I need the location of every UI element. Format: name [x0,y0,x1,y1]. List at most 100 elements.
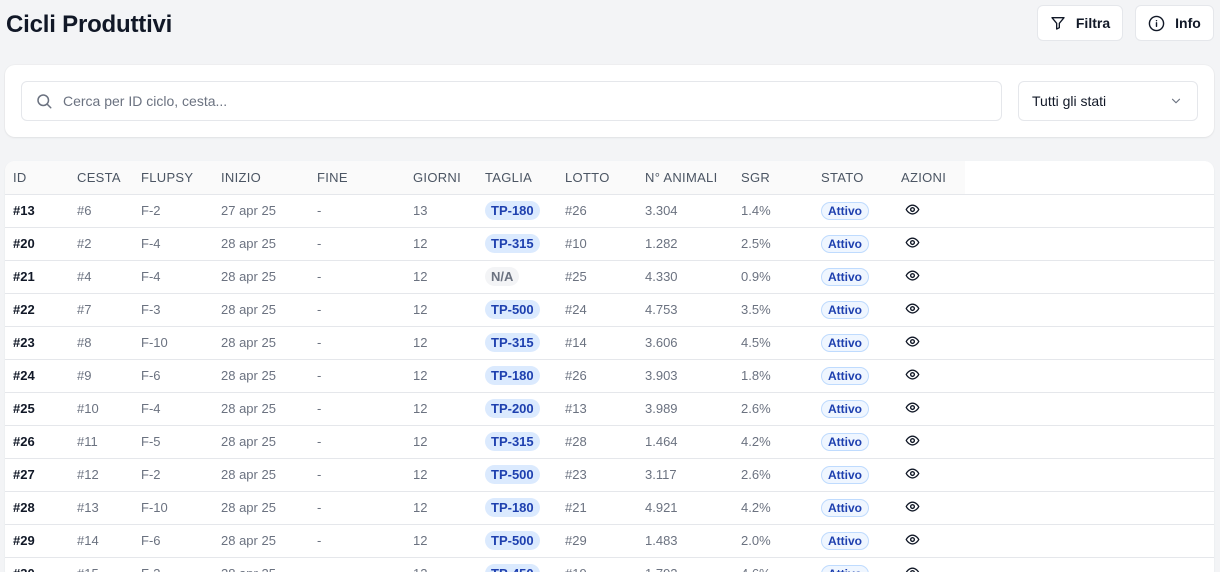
cycle-id: #22 [5,293,69,327]
status-badge: Attivo [821,465,869,484]
size-cell: TP-315 [477,326,557,360]
cesta-cell: #13 [69,491,133,525]
actions-cell [893,392,965,426]
lot-cell: #19 [557,557,637,572]
table-row[interactable]: #21 #4 F-4 28 apr 25-12 N/A #25 4.330 0.9% Attiv… [5,260,1214,294]
row-filler [965,524,1214,558]
eye-icon[interactable] [905,400,920,418]
eye-icon[interactable] [905,268,920,286]
search-icon [37,94,52,109]
column-header-taglia[interactable]: TAGLIA [477,161,557,195]
column-header-lotto[interactable]: LOTTO [557,161,637,195]
animal-count-cell: 3.117 [637,458,733,492]
status-badge: Attivo [821,201,869,220]
column-header-giorni[interactable]: GIORNI [405,161,477,195]
column-header-sgr[interactable]: SGR [733,161,813,195]
cycle-id: #21 [5,260,69,294]
size-badge: TP-200 [485,399,540,418]
table-row[interactable]: #26 #11 F-5 28 apr 25-12 TP-315 #28 1.464 4.2% A… [5,425,1214,459]
days-cell: 12 [405,425,477,459]
row-filler [965,458,1214,492]
status-cell: Attivo [813,326,893,360]
lot-cell: #28 [557,425,637,459]
flupsy-cell: F-4 [133,227,213,261]
row-filler [965,359,1214,393]
sgr-cell: 3.5% [733,293,813,327]
eye-icon[interactable] [905,565,920,572]
column-header-cesta[interactable]: CESTA [69,161,133,195]
days-cell: 12 [405,359,477,393]
cesta-cell: #10 [69,392,133,426]
end-date-cell: - [309,293,405,327]
start-date-cell: 28 apr 25 [213,326,309,360]
eye-icon[interactable] [905,532,920,550]
actions-cell [893,359,965,393]
info-button[interactable]: Info [1135,5,1214,41]
sgr-cell: 4.5% [733,326,813,360]
table-row[interactable]: #24 #9 F-6 28 apr 25-12 TP-180 #26 3.903 1.8% At… [5,359,1214,393]
status-cell: Attivo [813,524,893,558]
cycle-id: #26 [5,425,69,459]
table-row[interactable]: #25 #10 F-4 28 apr 25-12 TP-200 #13 3.989 2.6% A… [5,392,1214,426]
start-date-cell: 28 apr 25 [213,392,309,426]
start-date-cell: 28 apr 25 [213,524,309,558]
flupsy-cell: F-6 [133,524,213,558]
table-row[interactable]: #20 #2 F-4 28 apr 25-12 TP-315 #10 1.282 2.5% At… [5,227,1214,261]
days-cell: 12 [405,491,477,525]
status-cell: Attivo [813,458,893,492]
column-header-inizio[interactable]: INIZIO [213,161,309,195]
eye-icon[interactable] [905,367,920,385]
size-cell: TP-315 [477,425,557,459]
status-badge: Attivo [821,399,869,418]
cesta-cell: #2 [69,227,133,261]
column-header-azioni: AZIONI [893,161,965,195]
cesta-cell: #7 [69,293,133,327]
cycle-id: #20 [5,227,69,261]
actions-cell [893,491,965,525]
column-header-animali[interactable]: N° ANIMALI [637,161,733,195]
animal-count-cell: 1.282 [637,227,733,261]
days-cell: 12 [405,227,477,261]
column-header-flupsy[interactable]: FLUPSY [133,161,213,195]
search-input[interactable] [63,93,963,109]
status-cell: Attivo [813,425,893,459]
eye-icon[interactable] [905,235,920,253]
column-header-stato[interactable]: STATO [813,161,893,195]
flupsy-cell: F-2 [133,458,213,492]
row-filler [965,425,1214,459]
table-row[interactable]: #13 #6 F-2 27 apr 25-13 TP-180 #26 3.304 1.4% At… [5,194,1214,228]
table-row[interactable]: #23 #8 F-10 28 apr 25-12 TP-315 #14 3.606 4.5% A… [5,326,1214,360]
size-cell: TP-500 [477,524,557,558]
table-row[interactable]: #27 #12 F-2 28 apr 25-12 TP-500 #23 3.117 2.6% A… [5,458,1214,492]
eye-icon[interactable] [905,499,920,517]
status-badge: Attivo [821,234,869,253]
table-row[interactable]: #22 #7 F-3 28 apr 25-12 TP-500 #24 4.753 3.5% At… [5,293,1214,327]
search-box[interactable] [21,81,1002,121]
status-select[interactable]: Tutti gli stati [1018,81,1198,121]
column-header-fine[interactable]: FINE [309,161,405,195]
sgr-cell: 4.2% [733,491,813,525]
status-cell: Attivo [813,260,893,294]
cycle-id: #27 [5,458,69,492]
filter-button[interactable]: Filtra [1037,5,1123,41]
column-header-id[interactable]: ID [5,161,69,195]
eye-icon[interactable] [905,301,920,319]
table-row[interactable]: #28 #13 F-10 28 apr 25-12 TP-180 #21 4.921 4.2%… [5,491,1214,525]
status-cell: Attivo [813,194,893,228]
cesta-cell: #8 [69,326,133,360]
eye-icon[interactable] [905,433,920,451]
days-cell: 12 [405,557,477,572]
status-badge: Attivo [821,432,869,451]
lot-cell: #21 [557,491,637,525]
cycle-id: #13 [5,194,69,228]
lot-cell: #14 [557,326,637,360]
row-filler [965,326,1214,360]
table-row[interactable]: #29 #14 F-6 28 apr 25-12 TP-500 #29 1.483 2.0% A… [5,524,1214,558]
start-date-cell: 28 apr 25 [213,260,309,294]
cesta-cell: #12 [69,458,133,492]
eye-icon[interactable] [905,466,920,484]
eye-icon[interactable] [905,202,920,220]
eye-icon[interactable] [905,334,920,352]
table-row[interactable]: #30#15F-328 apr 25-12 TP-450 #191.7924.6% A… [5,557,1214,572]
animal-count-cell: 4.753 [637,293,733,327]
